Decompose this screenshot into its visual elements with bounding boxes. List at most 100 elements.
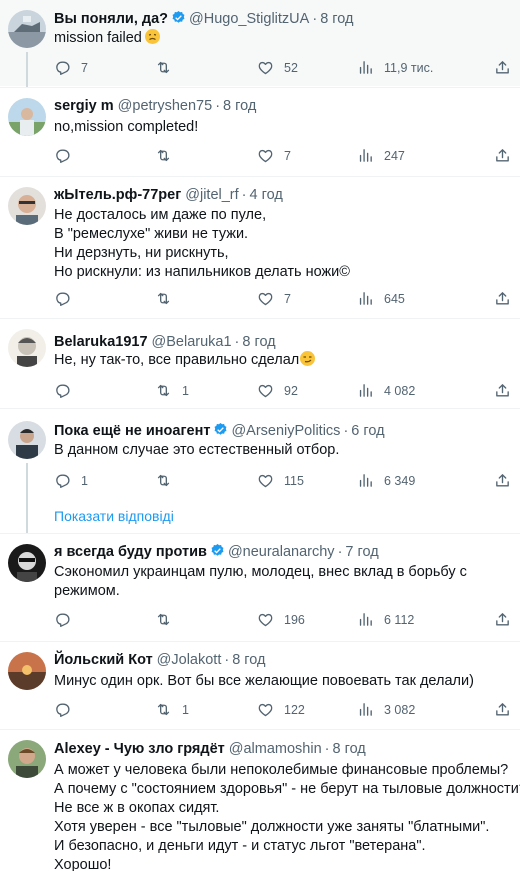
tweet-card[interactable]: Вы поняли, да? @Hugo_StiglitzUA · 8 год mis…	[0, 0, 520, 88]
heart-icon	[258, 149, 273, 163]
views-button[interactable]: 6 112	[357, 610, 414, 630]
author-handle[interactable]: @almamoshin	[229, 741, 322, 757]
author-name[interactable]: Вы поняли, да?	[54, 11, 168, 27]
timestamp[interactable]: 8 год	[320, 11, 353, 27]
like-button[interactable]: 52	[257, 58, 298, 78]
retweet-icon	[157, 384, 170, 397]
show-replies-link[interactable]: Показати відповіді	[54, 506, 174, 526]
views-chart-icon	[359, 613, 372, 626]
retweet-button[interactable]	[155, 58, 182, 78]
tweet-text: Минус один орк. Вот бы все желающие пово…	[54, 672, 506, 691]
heart-icon	[258, 384, 273, 398]
avatar[interactable]	[8, 652, 46, 690]
timestamp[interactable]: 8 год	[232, 652, 265, 668]
tweet-text-line: Ни дерзнуть, ни рискнуть,	[54, 245, 229, 261]
share-button[interactable]	[494, 146, 511, 166]
tweet-text: А может у человека были непоколебимые фи…	[54, 761, 520, 871]
views-button[interactable]: 11,9 тис.	[357, 58, 433, 78]
views-button[interactable]: 645	[357, 289, 405, 309]
reply-button[interactable]: 1	[54, 471, 88, 491]
author-handle[interactable]: @jitel_rf	[185, 187, 238, 203]
retweet-button[interactable]	[155, 471, 182, 491]
author-name[interactable]: жЫтель.рф-77рег	[54, 187, 181, 203]
reply-button[interactable]	[54, 289, 81, 309]
share-icon	[496, 613, 509, 626]
author-handle[interactable]: @petryshen75	[118, 98, 213, 114]
author-handle[interactable]: @neuralanarchy	[228, 544, 335, 560]
like-button[interactable]: 7	[257, 146, 291, 166]
retweet-button[interactable]: 1	[155, 700, 189, 720]
retweet-button[interactable]	[155, 610, 182, 630]
retweet-button[interactable]	[155, 289, 182, 309]
timestamp[interactable]: 8 год	[223, 98, 256, 114]
like-count: 92	[284, 384, 298, 398]
author-handle[interactable]: @Jolakott	[157, 652, 222, 668]
view-count: 6 349	[384, 474, 416, 488]
avatar[interactable]	[8, 10, 46, 48]
reply-button[interactable]	[54, 700, 81, 720]
tweet-card[interactable]: Belaruka1917 @Belaruka1 · 8 год Не, ну так-…	[0, 319, 520, 407]
author-name[interactable]: Belaruka1917	[54, 334, 148, 350]
heart-icon	[258, 61, 273, 75]
retweet-button[interactable]	[155, 146, 182, 166]
author-name[interactable]: Alexey - Чую зло грядёт	[54, 741, 225, 757]
like-button[interactable]: 7	[257, 289, 291, 309]
tweet-text-line: Не досталось им даже по пуле,	[54, 207, 267, 223]
views-chart-icon	[359, 474, 372, 487]
author-handle[interactable]: @Belaruka1	[152, 334, 232, 350]
like-button[interactable]: 122	[257, 700, 305, 720]
reply-button[interactable]: 7	[54, 58, 88, 78]
share-button[interactable]	[494, 610, 511, 630]
tweet-header: sergiy m @petryshen75 · 8 год	[54, 98, 257, 114]
like-button[interactable]: 92	[257, 381, 298, 401]
views-chart-icon	[359, 384, 372, 397]
reply-button[interactable]	[54, 146, 81, 166]
author-handle[interactable]: @Hugo_StiglitzUA	[189, 11, 309, 27]
timestamp[interactable]: 7 год	[345, 544, 378, 560]
tweet-card[interactable]: sergiy m @petryshen75 · 8 год no,mission co…	[0, 88, 520, 176]
share-button[interactable]	[494, 700, 511, 720]
timestamp[interactable]: 8 год	[333, 741, 366, 757]
tweet-actions: 7 52 11,9 тис.	[54, 58, 512, 78]
tweet-card[interactable]: Alexey - Чую зло грядёт @almamoshin · 8 год…	[0, 730, 520, 871]
reply-button[interactable]	[54, 381, 81, 401]
share-icon	[496, 292, 509, 305]
share-button[interactable]	[494, 58, 511, 78]
tweet-card[interactable]: я всегда буду против @neuralanarchy · 7 год…	[0, 534, 520, 640]
author-name[interactable]: я всегда буду против	[54, 544, 207, 560]
retweet-count: 1	[182, 384, 189, 398]
author-name[interactable]: Йольский Кот	[54, 652, 153, 668]
author-name[interactable]: sergiy m	[54, 98, 114, 114]
share-button[interactable]	[494, 471, 511, 491]
avatar[interactable]	[8, 421, 46, 459]
views-button[interactable]: 247	[357, 146, 405, 166]
timestamp[interactable]: 6 год	[351, 423, 384, 439]
views-button[interactable]: 4 082	[357, 381, 415, 401]
tweet-card[interactable]: жЫтель.рф-77рег @jitel_rf · 4 год Не достал…	[0, 177, 520, 315]
avatar[interactable]	[8, 544, 46, 582]
tweet-actions: 1 92 4 082	[54, 381, 512, 401]
avatar[interactable]	[8, 187, 46, 225]
tweet-text-line: Не, ну так-то, все правильно сделал	[54, 352, 300, 368]
tweet-text-line: В данном случае это естественный отбор.	[54, 442, 340, 458]
share-icon	[496, 703, 509, 716]
like-button[interactable]: 115	[257, 471, 304, 491]
reply-button[interactable]	[54, 610, 81, 630]
avatar[interactable]	[8, 329, 46, 367]
retweet-button[interactable]: 1	[155, 381, 189, 401]
timestamp[interactable]: 8 год	[242, 334, 275, 350]
timestamp[interactable]: 4 год	[250, 187, 283, 203]
tweet-actions: 1 122 3 082	[54, 700, 512, 720]
tweet-card[interactable]: Йольский Кот @Jolakott · 8 год Минус один о…	[0, 642, 520, 728]
views-chart-icon	[359, 149, 372, 162]
share-button[interactable]	[494, 289, 511, 309]
like-count: 115	[284, 474, 304, 488]
avatar[interactable]	[8, 98, 46, 136]
author-name[interactable]: Пока ещё не иноагент	[54, 423, 210, 439]
views-button[interactable]: 3 082	[357, 700, 415, 720]
like-button[interactable]: 196	[257, 610, 305, 630]
views-button[interactable]: 6 349	[357, 471, 415, 491]
share-button[interactable]	[494, 381, 511, 401]
author-handle[interactable]: @ArseniyPolitics	[231, 423, 340, 439]
avatar[interactable]	[8, 740, 46, 778]
